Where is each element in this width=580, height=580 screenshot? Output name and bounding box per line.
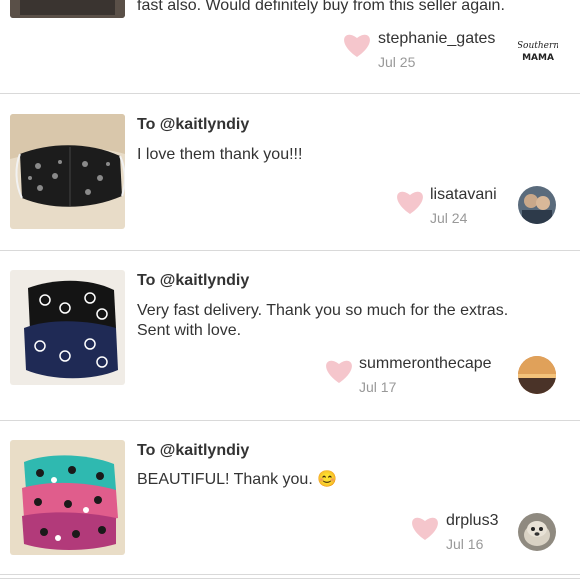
southern-mama-logo: Southern MAMA	[518, 33, 558, 73]
reviewer-username[interactable]: summeronthecape	[359, 355, 492, 373]
reviewer-avatar[interactable]	[518, 186, 556, 224]
recipient-label: To @kaitlyndiy	[137, 442, 250, 459]
divider	[0, 574, 580, 575]
reviewer-avatar[interactable]	[518, 356, 556, 394]
reviewer-username[interactable]: drplus3	[446, 512, 498, 530]
svg-text:Southern: Southern	[518, 41, 558, 51]
divider	[0, 578, 580, 579]
product-thumbnail[interactable]	[10, 440, 125, 555]
product-thumbnail[interactable]	[10, 270, 125, 385]
reviewer-username[interactable]: lisatavani	[430, 186, 497, 204]
review-date: Jul 24	[430, 210, 468, 226]
reviewer-username[interactable]: stephanie_gates	[378, 30, 495, 48]
heart-icon[interactable]	[324, 358, 354, 384]
heart-icon[interactable]	[395, 189, 425, 215]
divider	[0, 250, 580, 251]
review-text: I love them thank you!!!	[137, 146, 303, 163]
recipient-label: To @kaitlyndiy	[137, 116, 250, 133]
heart-icon[interactable]	[342, 32, 372, 58]
heart-icon[interactable]	[410, 515, 440, 541]
product-thumbnail[interactable]	[10, 0, 125, 18]
recipient-label: To @kaitlyndiy	[137, 272, 250, 289]
divider	[0, 93, 580, 94]
product-thumbnail[interactable]	[10, 114, 125, 229]
review-date: Jul 16	[446, 536, 484, 552]
review-date: Jul 17	[359, 379, 397, 395]
divider	[0, 420, 580, 421]
review-text: fast also. Would definitely buy from thi…	[137, 0, 505, 14]
svg-text:MAMA: MAMA	[522, 53, 554, 63]
review-text: Very fast delivery. Thank you so much fo…	[137, 302, 509, 339]
reviewer-avatar[interactable]: Southern MAMA	[518, 33, 558, 73]
reviewer-avatar[interactable]	[518, 513, 556, 551]
review-text: BEAUTIFUL! Thank you. 😊	[137, 471, 338, 488]
review-date: Jul 25	[378, 54, 416, 70]
